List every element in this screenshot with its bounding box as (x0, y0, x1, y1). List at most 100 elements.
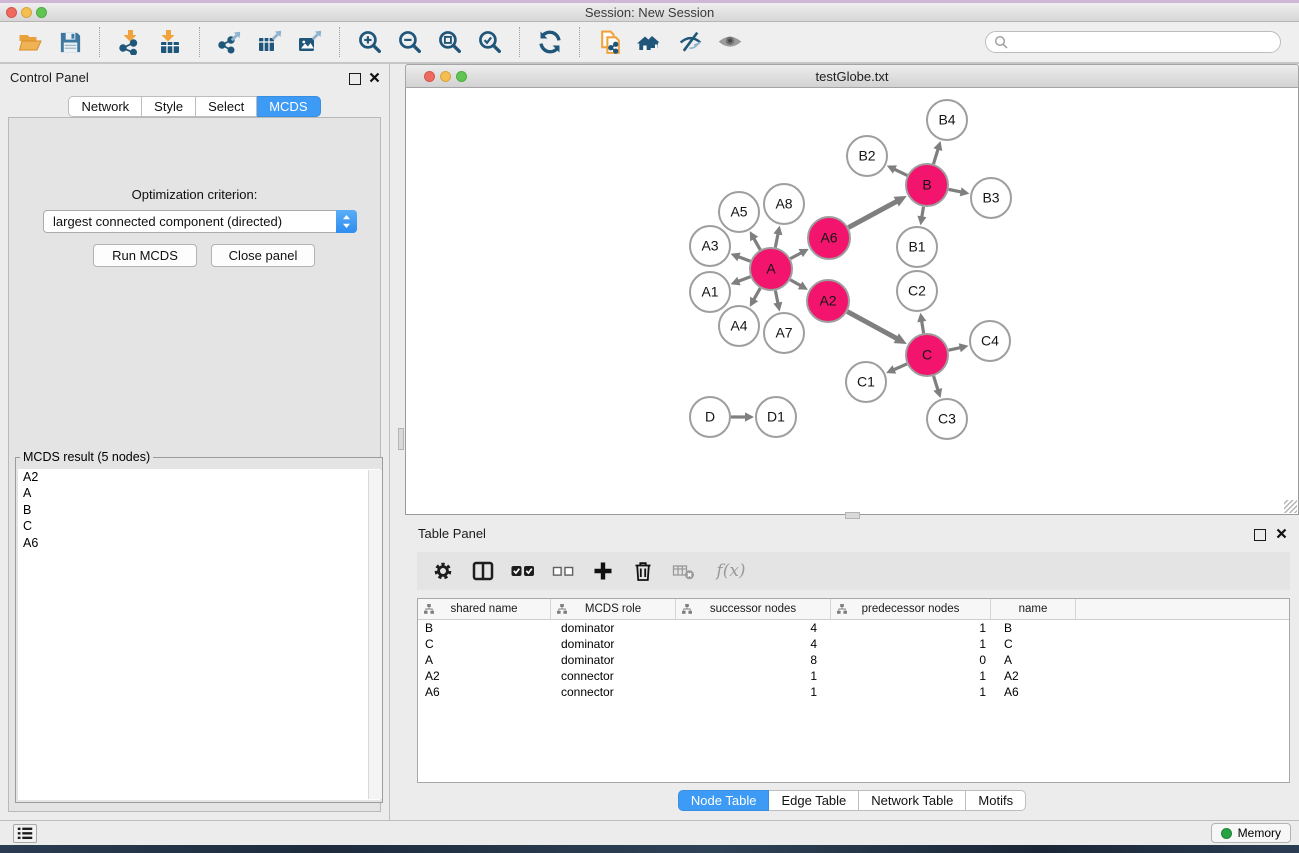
table-cell[interactable]: A (418, 653, 551, 667)
close-panel-icon[interactable] (369, 72, 380, 83)
graph-node-B1[interactable]: B1 (897, 227, 937, 267)
network-snapshot-icon[interactable] (595, 26, 625, 58)
network-minimize-traffic-light[interactable] (440, 71, 451, 82)
graph-node-A8[interactable]: A8 (764, 184, 804, 224)
table-cell[interactable]: 1 (676, 685, 831, 699)
graph-edge-B-B2[interactable] (887, 165, 907, 175)
graph-edge-A-A8[interactable] (773, 226, 782, 248)
deselect-all-icon[interactable] (551, 559, 575, 583)
settings-icon[interactable] (431, 559, 455, 583)
table-cell[interactable]: connector (551, 685, 676, 699)
table-cell[interactable]: connector (551, 669, 676, 683)
zoom-out-icon[interactable] (395, 26, 425, 58)
table-cell[interactable]: 4 (676, 637, 831, 651)
graph-edge-A-A6[interactable] (790, 249, 808, 259)
zoom-fit-icon[interactable] (435, 26, 465, 58)
graph-node-B4[interactable]: B4 (927, 100, 967, 140)
zoom-in-icon[interactable] (355, 26, 385, 58)
select-all-icon[interactable] (511, 559, 535, 583)
task-history-button[interactable] (13, 824, 37, 843)
graph-edge-B-B3[interactable] (949, 187, 970, 196)
close-panel-button[interactable]: Close panel (211, 244, 315, 267)
save-session-icon[interactable] (55, 26, 85, 58)
graph-edge-B-B4[interactable] (933, 141, 942, 164)
table-cell[interactable]: 1 (831, 637, 991, 651)
search-box[interactable] (985, 31, 1281, 53)
table-cell[interactable]: A6 (991, 685, 1076, 699)
graph-node-A7[interactable]: A7 (764, 313, 804, 353)
column-header-name[interactable]: name (991, 599, 1076, 619)
graph-edge-B-B1[interactable] (917, 207, 926, 226)
mcds-result-item[interactable]: A (18, 485, 380, 501)
graph-node-D[interactable]: D (690, 397, 730, 437)
table-cell[interactable]: A2 (991, 669, 1076, 683)
vertical-splitter-handle[interactable] (398, 428, 404, 450)
table-float-panel-icon[interactable] (1254, 529, 1266, 541)
table-cell[interactable]: 1 (831, 685, 991, 699)
import-network-icon[interactable] (115, 26, 145, 58)
graph-edge-A6-B[interactable] (848, 196, 906, 228)
run-mcds-button[interactable]: Run MCDS (93, 244, 197, 267)
graph-node-C2[interactable]: C2 (897, 271, 937, 311)
graph-node-A2[interactable]: A2 (807, 280, 849, 322)
graph-node-D1[interactable]: D1 (756, 397, 796, 437)
table-cell[interactable]: dominator (551, 637, 676, 651)
export-table-icon[interactable] (255, 26, 285, 58)
column-header-mcds-role[interactable]: MCDS role (551, 599, 676, 619)
export-network-icon[interactable] (215, 26, 245, 58)
graph-node-C[interactable]: C (906, 334, 948, 376)
table-cell[interactable]: A2 (418, 669, 551, 683)
tab-node-table[interactable]: Node Table (678, 790, 770, 811)
hide-graphics-details-icon[interactable] (675, 26, 705, 58)
network-canvas-area[interactable]: B4B2BB3A5A8A6B1A3AA1C2A2A4A7C4CC1DD1C3 (405, 88, 1299, 515)
table-cell[interactable]: C (418, 637, 551, 651)
table-row-c[interactable]: Cdominator41C (418, 636, 1289, 652)
graph-edge-C-C4[interactable] (948, 343, 968, 352)
graph-edge-C-C1[interactable] (886, 364, 907, 374)
table-row-b[interactable]: Bdominator41B (418, 620, 1289, 636)
graph-edge-A-A3[interactable] (731, 253, 751, 262)
table-cell[interactable]: 1 (831, 621, 991, 635)
graph-node-A[interactable]: A (750, 248, 792, 290)
table-row-a[interactable]: Adominator80A (418, 652, 1289, 668)
table-cell[interactable]: 8 (676, 653, 831, 667)
add-column-icon[interactable] (591, 559, 615, 583)
table-cell[interactable]: 1 (676, 669, 831, 683)
mcds-result-item[interactable]: A2 (18, 469, 380, 485)
tab-network-table[interactable]: Network Table (859, 790, 966, 811)
tab-network[interactable]: Network (68, 96, 142, 117)
column-header-shared-name[interactable]: shared name (418, 599, 551, 619)
graph-node-C4[interactable]: C4 (970, 321, 1010, 361)
window-resize-handle[interactable] (1284, 500, 1297, 513)
table-cell[interactable]: B (418, 621, 551, 635)
network-close-traffic-light[interactable] (424, 71, 435, 82)
open-session-icon[interactable] (15, 26, 45, 58)
graph-node-C1[interactable]: C1 (846, 362, 886, 402)
graph-edge-A-A5[interactable] (750, 231, 760, 250)
delete-column-icon[interactable] (631, 559, 655, 583)
mcds-result-item[interactable]: A6 (18, 535, 380, 551)
tab-edge-table[interactable]: Edge Table (769, 790, 859, 811)
zoom-selected-icon[interactable] (475, 26, 505, 58)
graph-edge-A-A2[interactable] (790, 280, 808, 290)
home-icon[interactable] (635, 26, 665, 58)
show-graphics-details-icon[interactable] (715, 26, 745, 58)
float-panel-icon[interactable] (349, 73, 361, 85)
graph-node-A4[interactable]: A4 (719, 306, 759, 346)
tab-style[interactable]: Style (142, 96, 196, 117)
table-cell[interactable]: dominator (551, 653, 676, 667)
mcds-result-item[interactable]: C (18, 518, 380, 534)
function-builder-icon[interactable]: f(x) (711, 559, 751, 583)
graph-node-C3[interactable]: C3 (927, 399, 967, 439)
table-cell[interactable]: 0 (831, 653, 991, 667)
graph-edge-D-D1[interactable] (731, 412, 754, 421)
import-table-icon[interactable] (155, 26, 185, 58)
graph-edge-C-C2[interactable] (917, 313, 926, 334)
tab-select[interactable]: Select (196, 96, 257, 117)
table-row-a6[interactable]: A6connector11A6 (418, 684, 1289, 700)
criterion-dropdown[interactable]: largest connected component (directed) (43, 210, 357, 233)
table-row-a2[interactable]: A2connector11A2 (418, 668, 1289, 684)
table-cell[interactable]: A (991, 653, 1076, 667)
network-canvas[interactable]: B4B2BB3A5A8A6B1A3AA1C2A2A4A7C4CC1DD1C3 (406, 88, 1297, 513)
graph-edge-A-A7[interactable] (773, 291, 782, 312)
